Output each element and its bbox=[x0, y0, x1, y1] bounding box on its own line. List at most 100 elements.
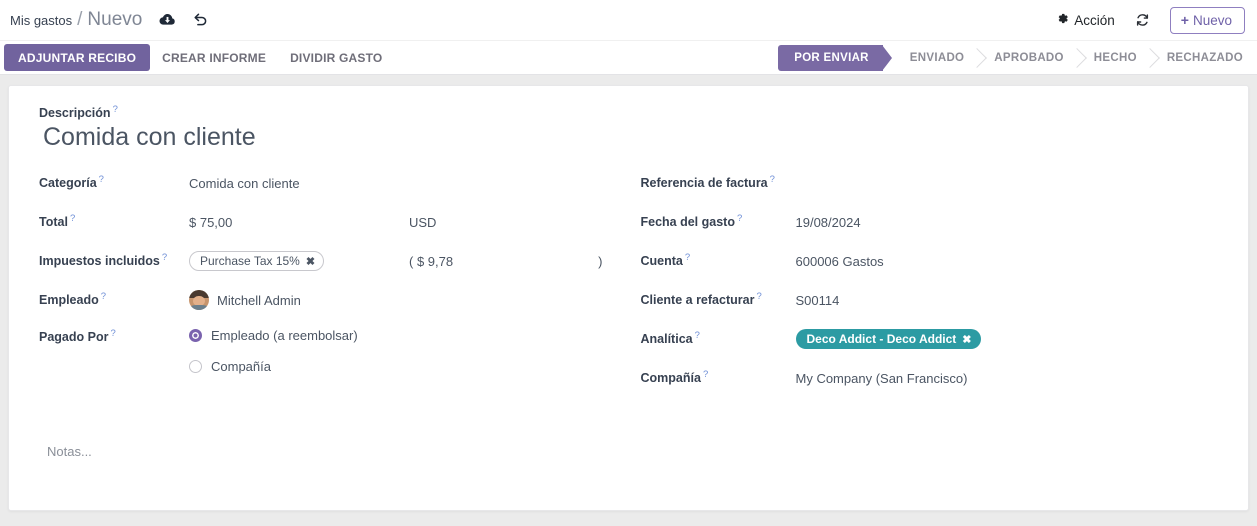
total-currency[interactable]: USD bbox=[409, 215, 436, 230]
categoria-text: Comida con cliente bbox=[189, 175, 300, 191]
cliente-text: S00114 bbox=[795, 292, 840, 308]
secondary-bar: Adjuntar recibo Crear informe Dividir ga… bbox=[0, 41, 1257, 75]
tooltip-marker[interactable]: ? bbox=[685, 252, 690, 263]
tooltip-marker[interactable]: ? bbox=[770, 174, 775, 185]
field-row-compania: Compañía? My Company (San Francisco) bbox=[641, 366, 1219, 405]
impuestos-value-wrap: Purchase Tax 15% ✖ ( $ 9,78 ) bbox=[189, 249, 629, 272]
status-stage-rechazado[interactable]: Rechazado bbox=[1151, 45, 1257, 71]
action-menu-button[interactable]: Acción bbox=[1056, 12, 1115, 28]
form-sheet: Descripción? Comida con cliente Categorí… bbox=[8, 85, 1249, 511]
pagado-por-radio-group: Empleado (a reembolsar) Compañía bbox=[189, 326, 358, 374]
analytic-tag-label: Deco Addict - Deco Addict bbox=[806, 332, 957, 347]
breadcrumb: Mis gastos / Nuevo bbox=[10, 9, 142, 31]
field-row-impuestos: Impuestos incluidos? Purchase Tax 15% ✖ … bbox=[39, 249, 629, 288]
radio-compania-label: Compañía bbox=[211, 359, 271, 375]
referencia-value[interactable] bbox=[796, 171, 1219, 194]
tooltip-marker[interactable]: ? bbox=[756, 291, 761, 302]
analytic-tag-remove-icon[interactable]: ✖ bbox=[962, 333, 971, 346]
tooltip-marker[interactable]: ? bbox=[101, 291, 106, 302]
tooltip-marker[interactable]: ? bbox=[703, 369, 708, 380]
field-row-referencia: Referencia de factura? bbox=[641, 171, 1219, 210]
impuestos-tag-cell: Purchase Tax 15% ✖ bbox=[189, 251, 409, 272]
field-row-total: Total? $ 75,00 USD bbox=[39, 210, 629, 249]
field-row-analitica: Analítica? Deco Addict - Deco Addict ✖ bbox=[641, 327, 1219, 366]
empleado-label: Empleado? bbox=[39, 291, 107, 308]
tooltip-marker[interactable]: ? bbox=[695, 330, 700, 341]
cuenta-text: 600006 Gastos bbox=[795, 253, 884, 269]
form-group: Categoría? Comida con cliente Total? $ 7… bbox=[39, 171, 1218, 405]
notes-placeholder[interactable]: Notas... bbox=[47, 444, 92, 459]
undo-icon[interactable] bbox=[192, 12, 208, 28]
avatar bbox=[189, 290, 209, 311]
tax-amount-close: ) bbox=[598, 253, 603, 269]
split-expense-button[interactable]: Dividir gasto bbox=[278, 41, 394, 74]
radio-empleado-reembolsar[interactable]: Empleado (a reembolsar) bbox=[189, 328, 358, 343]
refresh-icon[interactable] bbox=[1135, 13, 1150, 28]
statusbar-buttons: Adjuntar recibo Crear informe Dividir ga… bbox=[0, 41, 394, 74]
compania-label: Compañía? bbox=[640, 369, 709, 386]
tax-tag-remove-icon[interactable]: ✖ bbox=[306, 255, 315, 268]
status-stage-por-enviar[interactable]: Por enviar bbox=[778, 44, 892, 71]
total-amount[interactable]: $ 75,00 bbox=[189, 215, 409, 230]
pagado-por-label: Pagado Por? bbox=[39, 328, 116, 345]
breadcrumb-separator: / bbox=[77, 9, 83, 30]
gear-icon bbox=[1056, 12, 1069, 28]
fecha-label: Fecha del gasto? bbox=[640, 213, 743, 230]
field-row-fecha: Fecha del gasto? 19/08/2024 bbox=[641, 210, 1219, 249]
impuestos-label: Impuestos incluidos? bbox=[39, 252, 168, 269]
referencia-label: Referencia de factura? bbox=[640, 174, 775, 191]
analitica-label: Analítica? bbox=[640, 330, 700, 347]
new-button[interactable]: + Nuevo bbox=[1169, 6, 1245, 34]
cloud-upload-icon[interactable] bbox=[159, 13, 176, 27]
form-content: Descripción? Comida con cliente Categorí… bbox=[0, 75, 1257, 511]
compania-value[interactable]: My Company (San Francisco) bbox=[796, 366, 1219, 389]
categoria-label: Categoría? bbox=[39, 174, 104, 191]
radio-empleado-label: Empleado (a reembolsar) bbox=[211, 328, 358, 344]
control-panel-right: Acción + Nuevo bbox=[1056, 6, 1245, 34]
field-row-pagado-por: Pagado Por? Empleado (a reembolsar) Comp… bbox=[39, 325, 629, 385]
empleado-value[interactable]: Mitchell Admin bbox=[189, 288, 629, 311]
tooltip-marker[interactable]: ? bbox=[99, 174, 104, 185]
plus-icon: + bbox=[1180, 12, 1189, 28]
field-row-cliente: Cliente a refacturar? S00114 bbox=[641, 288, 1219, 327]
analitica-value: Deco Addict - Deco Addict ✖ bbox=[795, 327, 1219, 350]
empleado-text: Mitchell Admin bbox=[217, 292, 301, 308]
field-row-cuenta: Cuenta? 600006 Gastos bbox=[641, 249, 1219, 288]
cuenta-label: Cuenta? bbox=[640, 252, 691, 269]
tooltip-marker[interactable]: ? bbox=[162, 252, 167, 263]
pagado-por-value: Empleado (a reembolsar) Compañía bbox=[189, 325, 629, 374]
record-tools bbox=[159, 12, 208, 28]
form-column-right: Referencia de factura? Fecha del gasto? … bbox=[629, 171, 1219, 405]
total-label: Total? bbox=[39, 213, 76, 230]
status-stage-aprobado[interactable]: Aprobado bbox=[978, 45, 1078, 71]
radio-compania[interactable]: Compañía bbox=[189, 359, 358, 374]
field-row-empleado: Empleado? Mitchell Admin bbox=[39, 288, 629, 325]
control-panel: Mis gastos / Nuevo Acción + Nuevo bbox=[0, 0, 1257, 41]
tooltip-marker[interactable]: ? bbox=[70, 213, 75, 224]
attach-receipt-button[interactable]: Adjuntar recibo bbox=[4, 44, 151, 71]
total-value-wrap: $ 75,00 USD bbox=[189, 210, 629, 233]
status-bar: Por enviar Enviado Aprobado Hecho Rechaz… bbox=[778, 41, 1257, 74]
radio-mark-selected bbox=[189, 329, 202, 343]
form-column-left: Categoría? Comida con cliente Total? $ 7… bbox=[39, 171, 629, 405]
cliente-label: Cliente a refacturar? bbox=[640, 291, 762, 308]
create-report-button[interactable]: Crear informe bbox=[150, 41, 278, 74]
tax-tag[interactable]: Purchase Tax 15% ✖ bbox=[189, 251, 325, 272]
cuenta-value[interactable]: 600006 Gastos bbox=[796, 249, 1219, 272]
description-block: Descripción? Comida con cliente bbox=[39, 104, 1218, 153]
radio-mark-unselected bbox=[189, 360, 202, 374]
tooltip-marker[interactable]: ? bbox=[110, 328, 115, 339]
analytic-tag[interactable]: Deco Addict - Deco Addict ✖ bbox=[795, 329, 981, 350]
tax-tag-label: Purchase Tax 15% bbox=[200, 254, 300, 269]
breadcrumb-parent[interactable]: Mis gastos bbox=[10, 13, 72, 28]
description-input[interactable]: Comida con cliente bbox=[39, 122, 1218, 153]
description-label: Descripción? bbox=[39, 104, 118, 121]
field-row-categoria: Categoría? Comida con cliente bbox=[39, 171, 629, 210]
tooltip-marker[interactable]: ? bbox=[113, 104, 118, 115]
action-menu-label: Acción bbox=[1074, 12, 1115, 28]
categoria-value[interactable]: Comida con cliente bbox=[189, 171, 629, 194]
tooltip-marker[interactable]: ? bbox=[737, 213, 742, 224]
fecha-text: 19/08/2024 bbox=[795, 214, 861, 230]
cliente-value[interactable]: S00114 bbox=[796, 288, 1219, 311]
fecha-value[interactable]: 19/08/2024 bbox=[796, 210, 1219, 233]
